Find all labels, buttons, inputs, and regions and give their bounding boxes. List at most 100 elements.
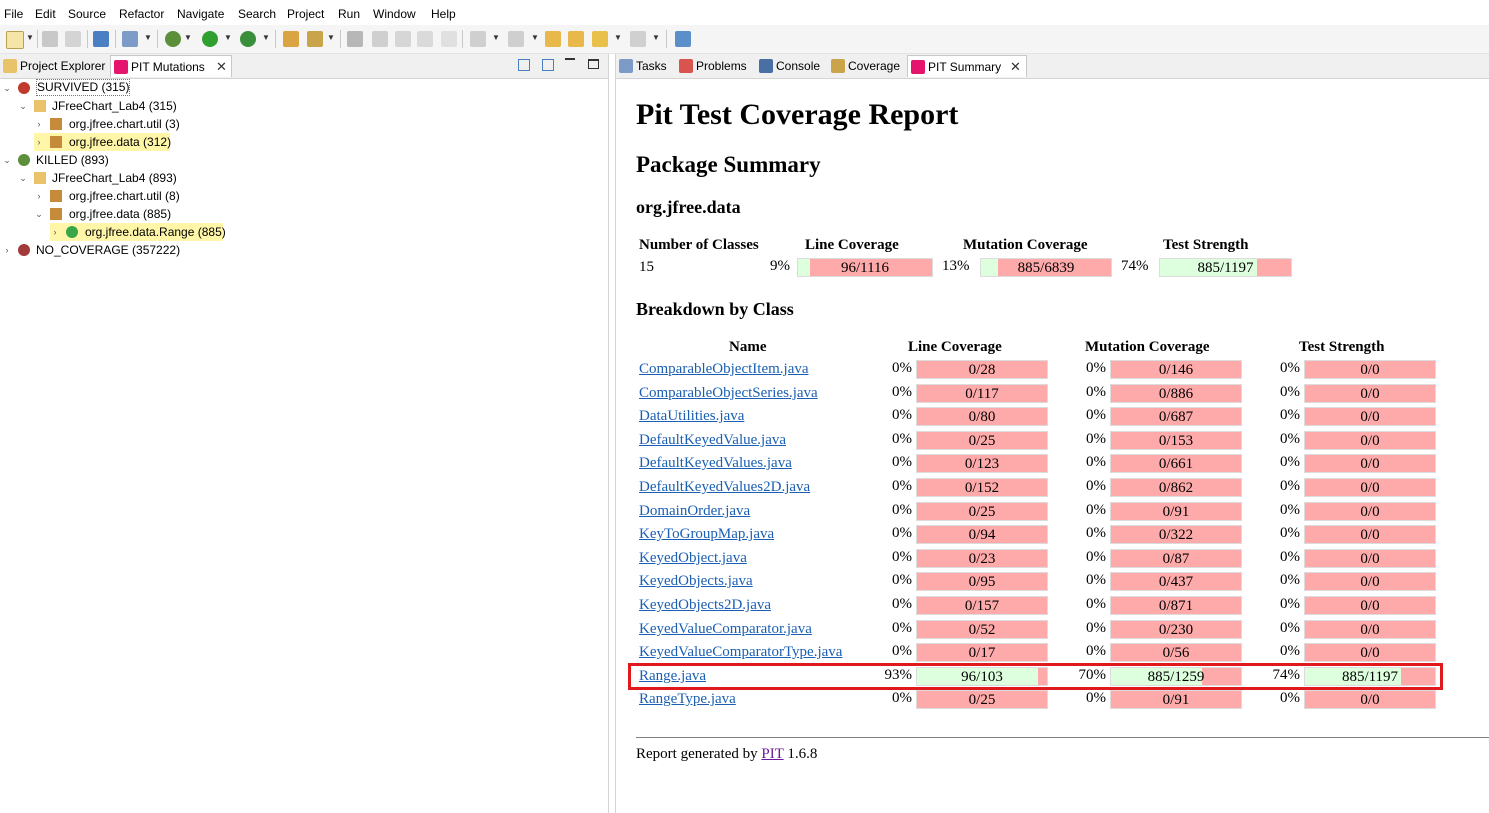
class-link[interactable]: DefaultKeyedValues2D.java (639, 479, 810, 496)
chevron-down-icon[interactable]: ▼ (652, 33, 660, 42)
toggle-mark-icon[interactable] (372, 31, 388, 47)
show-whitespace-icon[interactable] (417, 31, 433, 47)
run-icon[interactable] (202, 31, 218, 47)
mutation-coverage-bar: 0/56 (1110, 643, 1242, 662)
terminal-icon[interactable] (93, 31, 109, 47)
chevron-down-icon[interactable]: ▼ (492, 33, 500, 42)
line-coverage-bar: 0/23 (916, 549, 1048, 568)
tab-tasks[interactable]: Tasks (616, 55, 674, 77)
new-file-icon[interactable] (6, 31, 24, 49)
tab-pit-summary[interactable]: PIT Summary ✕ (907, 55, 1027, 77)
tab-pit-mutations[interactable]: PIT Mutations ✕ (110, 55, 232, 77)
chevron-down-icon[interactable]: ⌄ (34, 205, 44, 223)
bar-label: 0/117 (965, 386, 999, 402)
class-link[interactable]: KeyedObject.java (639, 550, 747, 567)
strength-pct: 0% (1280, 596, 1300, 612)
collapse-all-icon[interactable] (542, 59, 554, 71)
last-edit-icon[interactable] (545, 31, 561, 47)
mutation-coverage-bar: 0/230 (1110, 620, 1242, 639)
new-window-icon[interactable] (675, 31, 691, 47)
tab-problems[interactable]: Problems (676, 55, 754, 77)
breakdown-heading: Breakdown by Class (636, 299, 794, 319)
menu-refactor[interactable]: Refactor (119, 7, 164, 21)
menu-edit[interactable]: Edit (35, 7, 56, 21)
prev-annotation-icon[interactable] (508, 31, 524, 47)
chevron-down-icon[interactable]: ⌄ (2, 79, 12, 97)
class-link[interactable]: KeyedValueComparator.java (639, 621, 812, 638)
pilcrow-icon[interactable] (441, 31, 457, 47)
class-link[interactable]: ComparableObjectSeries.java (639, 385, 818, 402)
menu-window[interactable]: Window (373, 7, 416, 21)
menu-navigate[interactable]: Navigate (177, 7, 224, 21)
forward-edit-icon[interactable] (568, 31, 584, 47)
chevron-down-icon[interactable]: ▼ (531, 33, 539, 42)
class-link[interactable]: KeyToGroupMap.java (639, 526, 774, 543)
menu-run[interactable]: Run (338, 7, 360, 21)
maximize-icon[interactable] (588, 59, 599, 69)
chevron-right-icon[interactable]: › (34, 187, 44, 205)
chevron-down-icon[interactable]: ▼ (144, 33, 152, 42)
class-link[interactable]: ComparableObjectItem.java (639, 361, 809, 378)
strength-pct: 0% (1280, 620, 1300, 636)
mutation-pct: 0% (1086, 431, 1106, 447)
line-coverage-bar: 0/123 (916, 454, 1048, 473)
next-annotation-icon[interactable] (470, 31, 486, 47)
save-icon[interactable] (42, 31, 58, 47)
class-link[interactable]: KeyedObjects2D.java (639, 597, 771, 614)
strength-pct: 0% (1280, 690, 1300, 706)
menu-help[interactable]: Help (431, 7, 456, 21)
chevron-down-icon[interactable]: ▼ (327, 33, 335, 42)
external-tool-icon[interactable] (240, 31, 256, 47)
line-pct: 0% (892, 384, 912, 400)
close-icon[interactable]: ✕ (1010, 56, 1021, 78)
debug-icon[interactable] (165, 31, 181, 47)
pit-link[interactable]: PIT (761, 746, 783, 762)
tab-label: Problems (696, 59, 747, 73)
save-all-icon[interactable] (65, 31, 81, 47)
chevron-right-icon[interactable]: › (50, 223, 60, 241)
chevron-down-icon[interactable]: ▼ (184, 33, 192, 42)
chevron-down-icon[interactable]: ⌄ (2, 151, 12, 169)
chevron-right-icon[interactable]: › (2, 241, 12, 259)
toggle-block-icon[interactable] (395, 31, 411, 47)
line-pct: 0% (892, 620, 912, 636)
project-explorer-icon (3, 59, 17, 73)
menu-file[interactable]: File (4, 7, 23, 21)
class-link[interactable]: RangeType.java (639, 691, 736, 708)
open-type-icon[interactable] (283, 31, 299, 47)
tab-console[interactable]: Console (756, 55, 826, 77)
chevron-right-icon[interactable]: › (34, 115, 44, 133)
search-icon[interactable] (347, 31, 363, 47)
close-icon[interactable]: ✕ (216, 56, 227, 78)
expand-all-icon[interactable] (518, 59, 530, 71)
chevron-down-icon[interactable]: ⌄ (18, 169, 28, 187)
class-link[interactable]: DomainOrder.java (639, 503, 750, 520)
chevron-down-icon[interactable]: ▼ (262, 33, 270, 42)
class-link[interactable]: DefaultKeyedValue.java (639, 432, 786, 449)
menu-project[interactable]: Project (287, 7, 324, 21)
chevron-down-icon[interactable]: ▼ (614, 33, 622, 42)
chevron-down-icon[interactable]: ▼ (224, 33, 232, 42)
open-task-icon[interactable] (307, 31, 323, 47)
tab-project-explorer[interactable]: Project Explorer (0, 55, 108, 77)
bug-icon (18, 244, 30, 256)
breakdown-header-strength: Test Strength (1299, 339, 1385, 355)
pit-icon (911, 60, 925, 74)
chevron-right-icon[interactable]: › (34, 133, 44, 151)
class-link[interactable]: KeyedValueComparatorType.java (639, 644, 842, 661)
tab-coverage[interactable]: Coverage (828, 55, 906, 77)
minimize-icon[interactable] (565, 58, 575, 60)
menu-search[interactable]: Search (238, 7, 276, 21)
menu-source[interactable]: Source (68, 7, 106, 21)
problems-icon (679, 59, 693, 73)
line-coverage-bar: 0/25 (916, 502, 1048, 521)
forward-icon[interactable] (630, 31, 646, 47)
back-icon[interactable] (592, 31, 608, 47)
chevron-down-icon[interactable]: ⌄ (18, 97, 28, 115)
class-link[interactable]: KeyedObjects.java (639, 573, 753, 590)
bar-label: 0/871 (1158, 598, 1194, 614)
class-link[interactable]: DataUtilities.java (639, 408, 744, 425)
chevron-down-icon[interactable]: ▼ (26, 33, 34, 42)
class-link[interactable]: DefaultKeyedValues.java (639, 455, 792, 472)
build-icon[interactable] (122, 31, 138, 47)
